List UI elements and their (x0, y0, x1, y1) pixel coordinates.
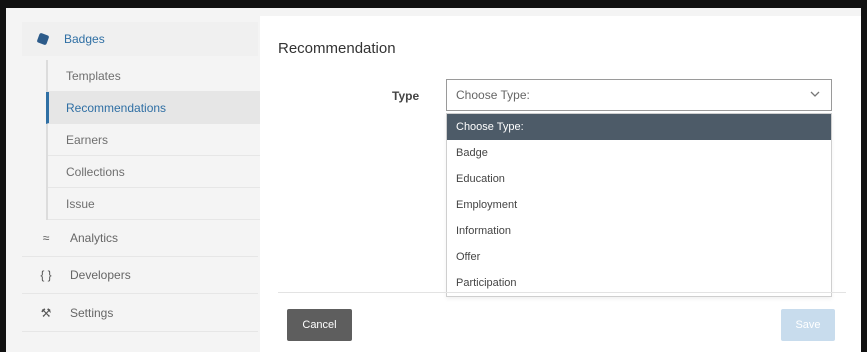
badge-icon (36, 32, 50, 46)
recommendation-panel: Recommendation Type Choose Type: Choose … (260, 16, 861, 352)
sidebar-item-label: Analytics (70, 231, 119, 245)
app-frame: Badges Templates Recommendations Earners… (6, 8, 861, 352)
dropdown-option-education[interactable]: Education (447, 166, 831, 192)
sidebar-item-label: Developers (70, 268, 131, 282)
analytics-icon: ≈ (42, 231, 50, 245)
dropdown-option-information[interactable]: Information (447, 218, 831, 244)
chevron-down-icon (809, 88, 821, 103)
sidebar-subitem-issue[interactable]: Issue (48, 188, 260, 220)
dropdown-option-offer[interactable]: Offer (447, 244, 831, 270)
footer-divider (278, 292, 846, 293)
type-dropdown: Choose Type: Badge Education Employment … (446, 113, 832, 297)
type-select[interactable]: Choose Type: (446, 79, 832, 111)
braces-icon: { } (40, 268, 52, 282)
tools-icon: ⚒ (40, 306, 52, 320)
sidebar-item-badges[interactable]: Badges (22, 22, 258, 56)
sidebar-item-developers[interactable]: { } Developers (22, 257, 258, 294)
sidebar-item-label: Settings (70, 306, 114, 320)
dropdown-option-employment[interactable]: Employment (447, 192, 831, 218)
sidebar-subitem-collections[interactable]: Collections (48, 156, 260, 188)
sidebar-item-analytics[interactable]: ≈ Analytics (22, 220, 258, 257)
badges-submenu: Templates Recommendations Earners Collec… (46, 60, 260, 220)
dropdown-option-badge[interactable]: Badge (447, 140, 831, 166)
sidebar: Badges Templates Recommendations Earners… (6, 8, 260, 352)
type-select-value: Choose Type: (456, 88, 530, 102)
page-title: Recommendation (278, 40, 396, 57)
sidebar-subitem-earners[interactable]: Earners (48, 124, 260, 156)
sidebar-item-label: Badges (64, 32, 105, 46)
save-button[interactable]: Save (781, 309, 835, 341)
dropdown-option-choose-type[interactable]: Choose Type: (447, 114, 831, 140)
type-label: Type (392, 89, 420, 103)
sidebar-subitem-templates[interactable]: Templates (48, 60, 260, 92)
sidebar-subitem-recommendations[interactable]: Recommendations (46, 92, 260, 124)
cancel-button[interactable]: Cancel (287, 309, 352, 341)
sidebar-item-settings[interactable]: ⚒ Settings (22, 295, 258, 332)
